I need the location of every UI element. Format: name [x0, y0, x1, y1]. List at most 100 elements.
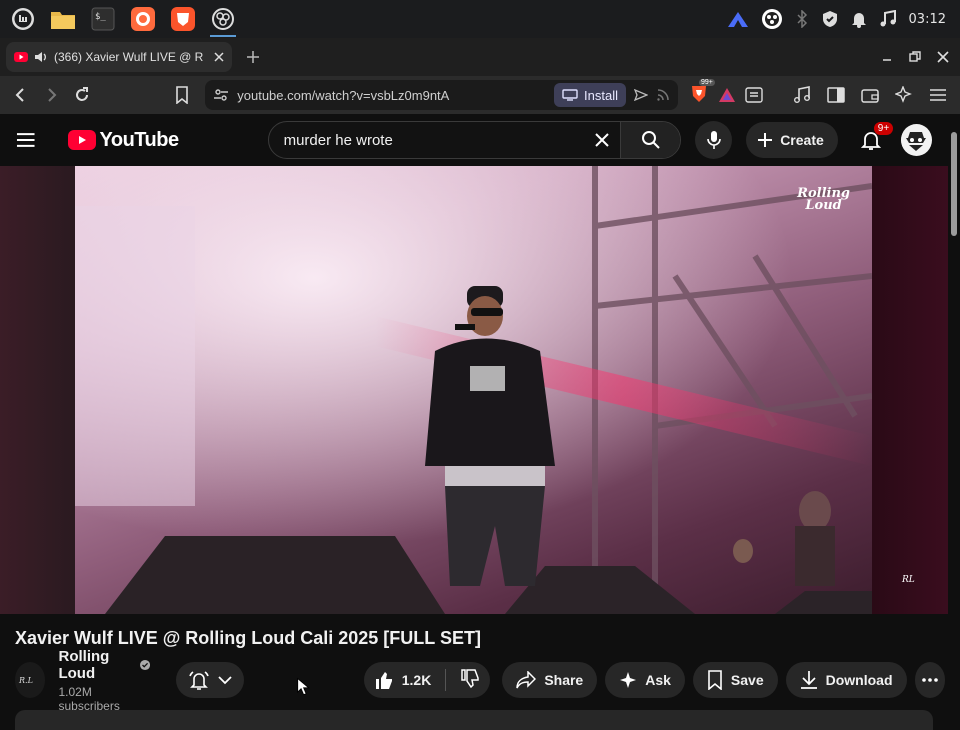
reload-button[interactable]: [69, 81, 95, 109]
channel-avatar[interactable]: R.L: [15, 662, 46, 698]
avatar-image-icon: [901, 125, 932, 155]
create-label: Create: [780, 132, 824, 148]
new-tab-plus-icon[interactable]: [246, 50, 260, 64]
browser-toolbar: youtube.com/watch?v=vsbLz0m9ntA Install …: [0, 76, 960, 114]
youtube-logo[interactable]: YouTube: [67, 129, 179, 152]
shield-icon[interactable]: [821, 10, 839, 28]
channel-name[interactable]: Rolling Loud: [58, 648, 151, 682]
speaker-playing-icon[interactable]: [34, 51, 48, 63]
terminal-icon: $_: [91, 7, 115, 31]
more-actions-button[interactable]: [914, 662, 945, 698]
back-button[interactable]: [8, 81, 34, 109]
guide-menu-icon[interactable]: [16, 132, 36, 148]
music-tray-icon[interactable]: [879, 10, 897, 28]
clock[interactable]: 03:12: [909, 12, 946, 27]
brave-app-button[interactable]: [166, 2, 200, 36]
obs-app-button[interactable]: [206, 2, 240, 37]
wallet-icon: [861, 89, 879, 103]
svg-text:R.L: R.L: [18, 676, 33, 685]
search-button[interactable]: [620, 122, 681, 158]
search-input[interactable]: murder he wrote: [269, 132, 585, 149]
close-icon: [595, 133, 609, 147]
rss-icon[interactable]: [656, 88, 670, 102]
bookmark-save-icon: [708, 670, 722, 690]
share-button[interactable]: Share: [502, 662, 598, 698]
thumbs-up-icon: [375, 672, 392, 689]
tab-title: (366) Xavier Wulf LIVE @ R: [54, 50, 204, 64]
install-app-button[interactable]: Install: [554, 83, 626, 107]
leo-ai-button[interactable]: [890, 81, 918, 109]
browser-tab-strip: (366) Xavier Wulf LIVE @ R: [0, 38, 960, 76]
notifications-button[interactable]: 9+: [852, 120, 894, 160]
sidebar-button[interactable]: [822, 81, 850, 109]
bluetooth-icon[interactable]: [795, 10, 809, 28]
close-tab-icon[interactable]: [214, 52, 224, 62]
mouse-cursor-icon: [297, 677, 311, 696]
save-button[interactable]: Save: [692, 662, 778, 698]
video-frame[interactable]: Rolling Loud: [75, 166, 872, 614]
bookmark-icon: [176, 86, 188, 104]
download-button[interactable]: Download: [785, 662, 907, 698]
notification-count-badge: 9+: [873, 122, 894, 135]
create-button[interactable]: Create: [746, 122, 838, 158]
account-avatar[interactable]: [900, 124, 932, 156]
address-bar[interactable]: youtube.com/watch?v=vsbLz0m9ntA Install: [205, 80, 678, 110]
menu-button[interactable]: [924, 81, 952, 109]
ask-button[interactable]: Ask: [605, 662, 685, 698]
url-text[interactable]: youtube.com/watch?v=vsbLz0m9ntA: [237, 88, 546, 103]
restore-icon[interactable]: [908, 50, 922, 64]
media-button[interactable]: [788, 81, 816, 109]
sparkle-ask-icon: [620, 672, 637, 688]
firefox-app-button[interactable]: [126, 2, 160, 36]
page-scrollbar[interactable]: [948, 114, 960, 720]
site-settings-icon[interactable]: [213, 87, 229, 103]
close-window-icon[interactable]: [936, 50, 950, 64]
terminal-app-button[interactable]: $_: [86, 2, 120, 36]
clear-search-button[interactable]: [584, 132, 620, 148]
svg-text:RL: RL: [901, 575, 915, 585]
files-app-button[interactable]: [46, 2, 80, 36]
subscribed-notifications-button[interactable]: [176, 662, 245, 698]
music-note-icon: [794, 86, 810, 103]
brave-shields-button[interactable]: 99+: [690, 78, 715, 108]
brave-rewards-icon[interactable]: [718, 87, 736, 103]
wallet-button[interactable]: [856, 81, 884, 109]
like-count: 1.2K: [401, 672, 432, 688]
dislike-button[interactable]: [460, 668, 480, 692]
chevron-down-icon: [218, 676, 233, 685]
forward-arrow-icon: [48, 88, 57, 102]
search-icon: [641, 131, 660, 149]
video-title: Xavier Wulf LIVE @ Rolling Loud Cali 202…: [15, 628, 481, 648]
video-player[interactable]: Rolling Loud RL: [0, 166, 948, 614]
search-box[interactable]: murder he wrote: [267, 121, 682, 159]
minimize-icon[interactable]: [880, 50, 894, 64]
svg-text:$_: $_: [95, 12, 106, 22]
rolling-loud-logo-icon: R.L: [18, 676, 33, 685]
rolling-loud-watermark: Rolling Loud: [797, 186, 850, 213]
browser-tab-active[interactable]: (366) Xavier Wulf LIVE @ R: [6, 42, 232, 72]
channel-watermark-logo-icon[interactable]: RL: [900, 570, 930, 588]
mint-menu-button[interactable]: [6, 2, 40, 36]
hamburger-menu-icon: [930, 89, 946, 101]
plus-icon: [758, 133, 773, 147]
youtube-favicon-icon: [14, 52, 28, 62]
video-actions-row: R.L Rolling Loud 1.02M subscribers 1.2K: [15, 648, 945, 713]
microphone-icon: [706, 131, 721, 149]
thumbs-down-icon: [461, 668, 480, 688]
bookmark-button[interactable]: [169, 81, 195, 109]
send-to-device-icon[interactable]: [634, 89, 648, 101]
vpn-tray-icon[interactable]: [727, 10, 749, 28]
like-button[interactable]: 1.2K: [374, 670, 432, 690]
more-dots-icon: [921, 678, 938, 682]
subscriber-count: 1.02M subscribers: [58, 684, 120, 713]
voice-search-button[interactable]: [695, 121, 733, 159]
shields-count-badge: 99+: [699, 78, 715, 86]
notification-tray-icon[interactable]: [851, 10, 867, 28]
description-box[interactable]: [15, 710, 933, 730]
reader-mode-button[interactable]: [740, 81, 768, 109]
scrollbar-thumb[interactable]: [951, 132, 957, 236]
youtube-masthead: YouTube murder he wrote Create 9+: [0, 114, 948, 166]
obs-tray-icon[interactable]: [761, 8, 783, 30]
forward-button[interactable]: [38, 81, 64, 109]
bell-ringing-icon: [189, 671, 210, 690]
